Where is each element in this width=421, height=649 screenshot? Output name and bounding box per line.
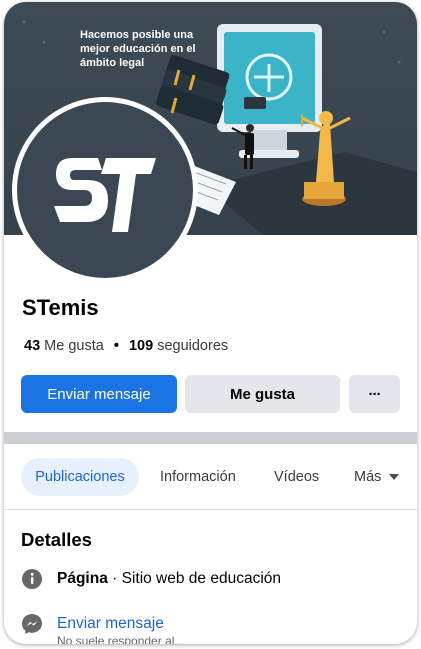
separator-dot: • [113, 338, 119, 354]
message-row[interactable]: Enviar mensaje [21, 613, 401, 635]
details-heading: Detalles [21, 529, 92, 550]
send-message-button[interactable]: Enviar mensaje [21, 375, 177, 413]
tabs-divider [4, 509, 417, 510]
category-type: Página [57, 570, 108, 587]
tab-informacion[interactable]: Información [160, 458, 236, 496]
stemis-logo-icon [54, 158, 156, 232]
more-options-button[interactable]: ··· [349, 375, 400, 413]
tab-publicaciones[interactable]: Publicaciones [21, 458, 139, 496]
likes-label: Me gusta [44, 338, 104, 354]
tab-videos[interactable]: Vídeos [274, 458, 319, 496]
monitor-illustration [217, 24, 322, 158]
section-divider [4, 432, 417, 444]
info-circle-icon [22, 569, 42, 589]
category-value: · Sitio web de educación [107, 570, 282, 587]
likes-count: 43 [24, 338, 41, 354]
like-button[interactable]: Me gusta [185, 375, 340, 413]
tab-more-label: Más [354, 469, 382, 485]
followers-label: seguidores [157, 338, 229, 354]
followers-count: 109 [128, 338, 154, 354]
messenger-icon [22, 614, 42, 634]
send-message-link[interactable]: Enviar mensaje [57, 615, 164, 633]
category-text: Página · Sitio web de educación [57, 570, 281, 588]
profile-avatar[interactable] [12, 97, 198, 283]
response-time-text: No suele responder al... [57, 634, 185, 644]
more-horizontal-icon: ··· [368, 385, 382, 403]
page-profile-card: Hacemos posible una mejor educación en e… [4, 2, 417, 644]
page-tabs: Publicaciones Información Vídeos Más [4, 458, 417, 498]
caret-down-icon [389, 474, 400, 480]
avatar-logo [17, 102, 193, 278]
tab-more[interactable]: Más [354, 458, 400, 496]
page-title: STemis [22, 295, 99, 320]
page-stats: 43 Me gusta • 109 seguidores [24, 338, 228, 354]
category-row: Página · Sitio web de educación [21, 568, 401, 590]
cover-headline: Hacemos posible una mejor educación en e… [80, 29, 196, 69]
